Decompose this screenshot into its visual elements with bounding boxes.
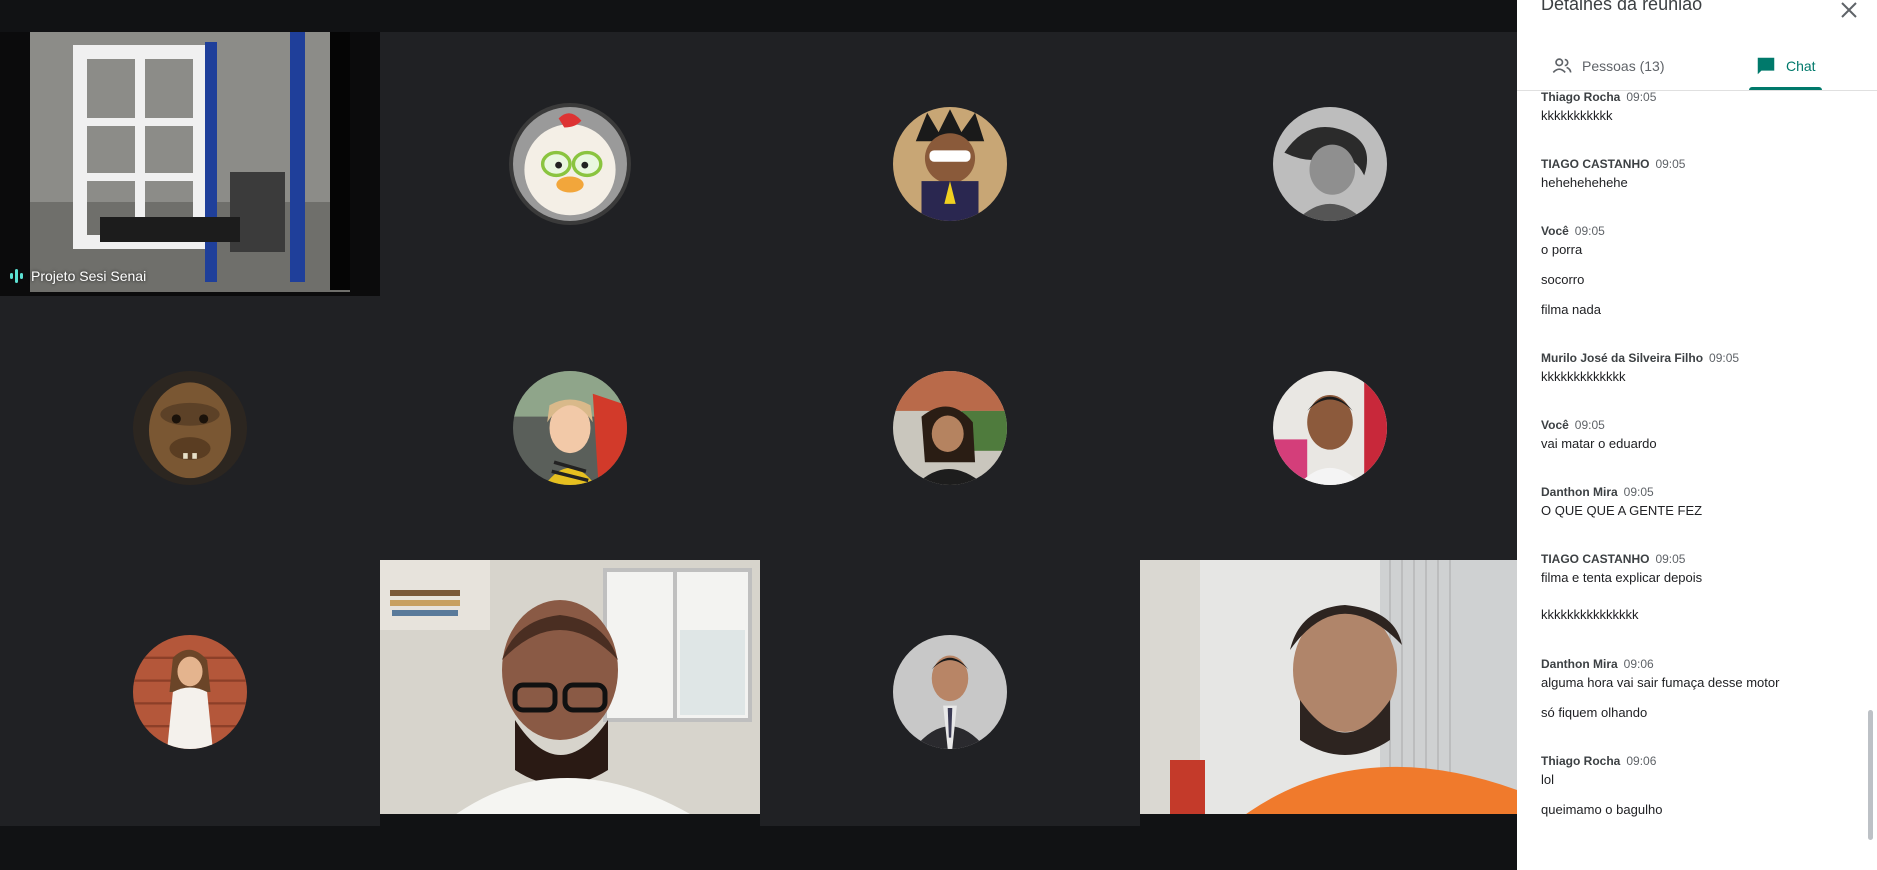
message-text: O QUE QUE A GENTE FEZ bbox=[1541, 503, 1703, 518]
tab-people-label: Pessoas (13) bbox=[1582, 58, 1665, 74]
message-text: alguma hora vai sair fumaça desse motor bbox=[1541, 675, 1780, 690]
chicken-cartoon-avatar bbox=[513, 107, 627, 221]
camera-feed bbox=[0, 32, 380, 296]
chat-message: TIAGO CASTANHO 09:05 filma e tenta explic… bbox=[1541, 552, 1851, 622]
message-text: filma e tenta explicar depois bbox=[1541, 570, 1703, 585]
chat-message: Você 09:05 o porra socorro filma nada bbox=[1541, 224, 1851, 317]
tab-chat[interactable]: Chat bbox=[1749, 44, 1822, 90]
orange-shirt-man-video bbox=[1140, 560, 1517, 826]
message-time: 09:05 bbox=[1655, 157, 1686, 171]
message-sender: Danthon Mira bbox=[1541, 485, 1618, 499]
message-time: 09:05 bbox=[1623, 485, 1654, 499]
participant-tile[interactable] bbox=[1140, 296, 1520, 560]
bald-man-video bbox=[380, 560, 760, 826]
participant-tile[interactable] bbox=[380, 296, 760, 560]
chat-message: Thiago Rocha 09:05 kkkkkkkkkkk bbox=[1541, 90, 1851, 123]
man-avatar bbox=[1273, 371, 1387, 485]
tab-people[interactable]: Pessoas (13) bbox=[1551, 44, 1664, 88]
bottom-bar bbox=[0, 826, 1517, 870]
participant-tile[interactable] bbox=[760, 560, 1140, 824]
ape-avatar bbox=[133, 371, 247, 485]
chat-message: Danthon Mira 09:05 O QUE QUE A GENTE FEZ bbox=[1541, 485, 1851, 518]
chat-message: TIAGO CASTANHO 09:05 hehehehehehe bbox=[1541, 157, 1851, 190]
close-icon[interactable] bbox=[1837, 0, 1861, 22]
audio-level-icon bbox=[10, 269, 23, 283]
message-sender: TIAGO CASTANHO bbox=[1541, 157, 1650, 171]
participant-tile[interactable] bbox=[760, 296, 1140, 560]
top-bar bbox=[0, 0, 1517, 32]
message-sender: Thiago Rocha bbox=[1541, 90, 1621, 104]
message-text: filma nada bbox=[1541, 302, 1601, 317]
meeting-details-panel: Detalhes da reunião Pessoas (13) Chat Th… bbox=[1517, 0, 1877, 870]
message-time: 09:05 bbox=[1655, 552, 1686, 566]
message-sender: Você bbox=[1541, 224, 1569, 238]
participant-tile[interactable] bbox=[0, 296, 380, 560]
message-time: 09:05 bbox=[1626, 90, 1657, 104]
woman-avatar bbox=[893, 371, 1007, 485]
message-time: 09:06 bbox=[1626, 754, 1657, 768]
people-icon bbox=[1552, 58, 1572, 74]
message-sender: Você bbox=[1541, 418, 1569, 432]
participant-tile[interactable] bbox=[380, 560, 760, 826]
chat-message: Você 09:05 vai matar o eduardo bbox=[1541, 418, 1851, 451]
participant-tile[interactable] bbox=[0, 560, 380, 824]
message-sender: Danthon Mira bbox=[1541, 657, 1618, 671]
message-sender: TIAGO CASTANHO bbox=[1541, 552, 1650, 566]
man-suit-avatar bbox=[893, 635, 1007, 749]
message-text: só fiquem olhando bbox=[1541, 705, 1648, 720]
message-text: kkkkkkkkkkk bbox=[1541, 108, 1613, 123]
message-time: 09:05 bbox=[1709, 351, 1740, 365]
message-time: 09:05 bbox=[1574, 224, 1605, 238]
chat-message: Thiago Rocha 09:06 lol queimamo o bagulho bbox=[1541, 754, 1851, 817]
participant-name-label: Projeto Sesi Senai bbox=[10, 268, 146, 284]
chat-icon bbox=[1757, 57, 1775, 75]
panel-tabs: Pessoas (13) Chat bbox=[1517, 44, 1877, 91]
message-sender: Thiago Rocha bbox=[1541, 754, 1621, 768]
message-sender: Murilo José da Silveira Filho bbox=[1541, 351, 1704, 365]
panel-title: Detalhes da reunião bbox=[1541, 0, 1703, 14]
participant-tile[interactable] bbox=[380, 32, 760, 296]
message-text: hehehehehehe bbox=[1541, 175, 1628, 190]
grayscale-face-avatar bbox=[1273, 107, 1387, 221]
participant-tile[interactable] bbox=[1140, 32, 1520, 296]
participant-tile[interactable] bbox=[760, 32, 1140, 296]
participant-tile-self[interactable]: Projeto Sesi Senai bbox=[0, 32, 380, 296]
message-text: lol bbox=[1541, 772, 1555, 787]
masked-hero-avatar bbox=[893, 107, 1007, 221]
participant-tile[interactable] bbox=[1140, 560, 1517, 826]
chat-scrollbar[interactable] bbox=[1868, 710, 1873, 840]
message-time: 09:06 bbox=[1623, 657, 1654, 671]
tab-chat-label: Chat bbox=[1786, 58, 1816, 74]
message-text: kkkkkkkkkkkkkkk bbox=[1541, 607, 1639, 622]
message-text: o porra bbox=[1541, 242, 1583, 257]
chat-message: Danthon Mira 09:06 alguma hora vai sair f… bbox=[1541, 657, 1851, 720]
woman-brick-wall-avatar bbox=[133, 635, 247, 749]
child-avatar bbox=[513, 371, 627, 485]
participant-name: Projeto Sesi Senai bbox=[31, 268, 147, 284]
message-text: socorro bbox=[1541, 272, 1585, 287]
message-time: 09:05 bbox=[1574, 418, 1605, 432]
chat-message: Murilo José da Silveira Filho 09:05 kkkkk… bbox=[1541, 351, 1851, 384]
message-text: kkkkkkkkkkkkk bbox=[1541, 369, 1626, 384]
chat-message-list: Thiago Rocha 09:05 kkkkkkkkkkk TIAGO CAST… bbox=[1517, 90, 1877, 860]
message-text: queimamo o bagulho bbox=[1541, 802, 1663, 817]
message-text: vai matar o eduardo bbox=[1541, 436, 1657, 451]
